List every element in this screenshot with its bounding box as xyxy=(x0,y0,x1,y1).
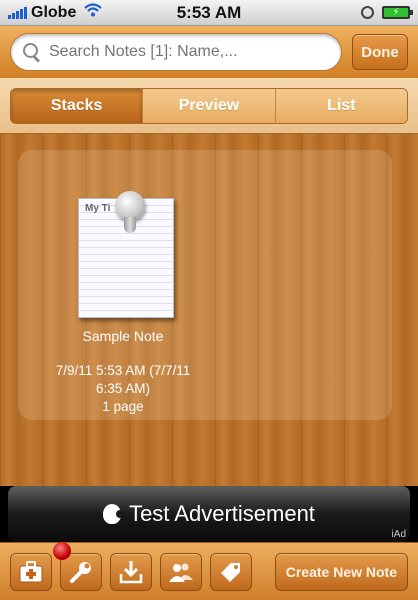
wifi-icon xyxy=(84,3,103,22)
notification-badge xyxy=(53,541,71,560)
create-new-note-button[interactable]: Create New Note xyxy=(274,552,408,591)
share-contacts-button[interactable] xyxy=(160,552,202,591)
price-tag-icon xyxy=(221,562,240,582)
battery-charging-icon: ⚡ xyxy=(382,6,413,19)
note-name: Sample Note xyxy=(82,328,164,344)
import-button[interactable] xyxy=(110,552,152,591)
stacks-panel: My Ti Sample Note 7/9/11 5:53 AM (7/7/11… xyxy=(18,150,392,420)
status-time: 5:53 AM xyxy=(176,2,242,22)
push-pin-icon xyxy=(115,191,145,233)
view-mode-segmented-control: Stacks Preview List xyxy=(10,87,408,124)
contacts-share-icon xyxy=(169,563,193,582)
note-date-cont: 6:35 AM) xyxy=(95,381,151,396)
status-right: ⚡ xyxy=(270,6,413,19)
search-input[interactable] xyxy=(49,43,329,61)
carrier-name: Globe xyxy=(31,3,77,21)
settings-button[interactable] xyxy=(53,541,102,591)
search-header: Done xyxy=(0,26,418,78)
note-thumb-title: My Ti xyxy=(85,203,111,214)
wrench-icon xyxy=(70,561,91,583)
apple-logo-icon xyxy=(103,504,125,524)
tab-list[interactable]: List xyxy=(274,88,407,123)
status-bar: Globe 5:53 AM ⚡ xyxy=(0,0,418,26)
note-pages: 1 page xyxy=(102,399,144,414)
view-mode-bar: Stacks Preview List xyxy=(0,78,418,134)
done-button[interactable]: Done xyxy=(352,34,408,70)
signal-icon xyxy=(8,6,27,19)
iad-badge: iAd xyxy=(391,529,406,540)
note-meta: 7/9/11 5:53 AM (7/7/11 6:35 AM) 1 page xyxy=(48,362,198,416)
first-aid-button[interactable] xyxy=(10,552,52,591)
ad-text: Test Advertisement xyxy=(129,501,315,526)
search-icon xyxy=(23,43,41,61)
alarm-clock-icon xyxy=(361,6,374,19)
search-box[interactable] xyxy=(10,33,342,71)
notes-board: My Ti Sample Note 7/9/11 5:53 AM (7/7/11… xyxy=(0,134,418,486)
note-item[interactable]: My Ti Sample Note 7/9/11 5:53 AM (7/7/11… xyxy=(48,191,198,416)
status-left: Globe xyxy=(8,3,148,22)
note-thumbnail[interactable]: My Ti xyxy=(78,191,174,318)
tag-button[interactable] xyxy=(210,552,252,591)
first-aid-icon xyxy=(19,560,43,582)
inbox-download-icon xyxy=(119,560,143,583)
ad-banner[interactable]: Test Advertisement iAd xyxy=(8,486,410,542)
note-date: 7/9/11 5:53 AM (7/7/11 xyxy=(55,363,191,378)
bottom-toolbar: Create New Note xyxy=(0,541,418,600)
tab-stacks[interactable]: Stacks xyxy=(11,88,143,123)
tab-preview[interactable]: Preview xyxy=(142,88,275,123)
